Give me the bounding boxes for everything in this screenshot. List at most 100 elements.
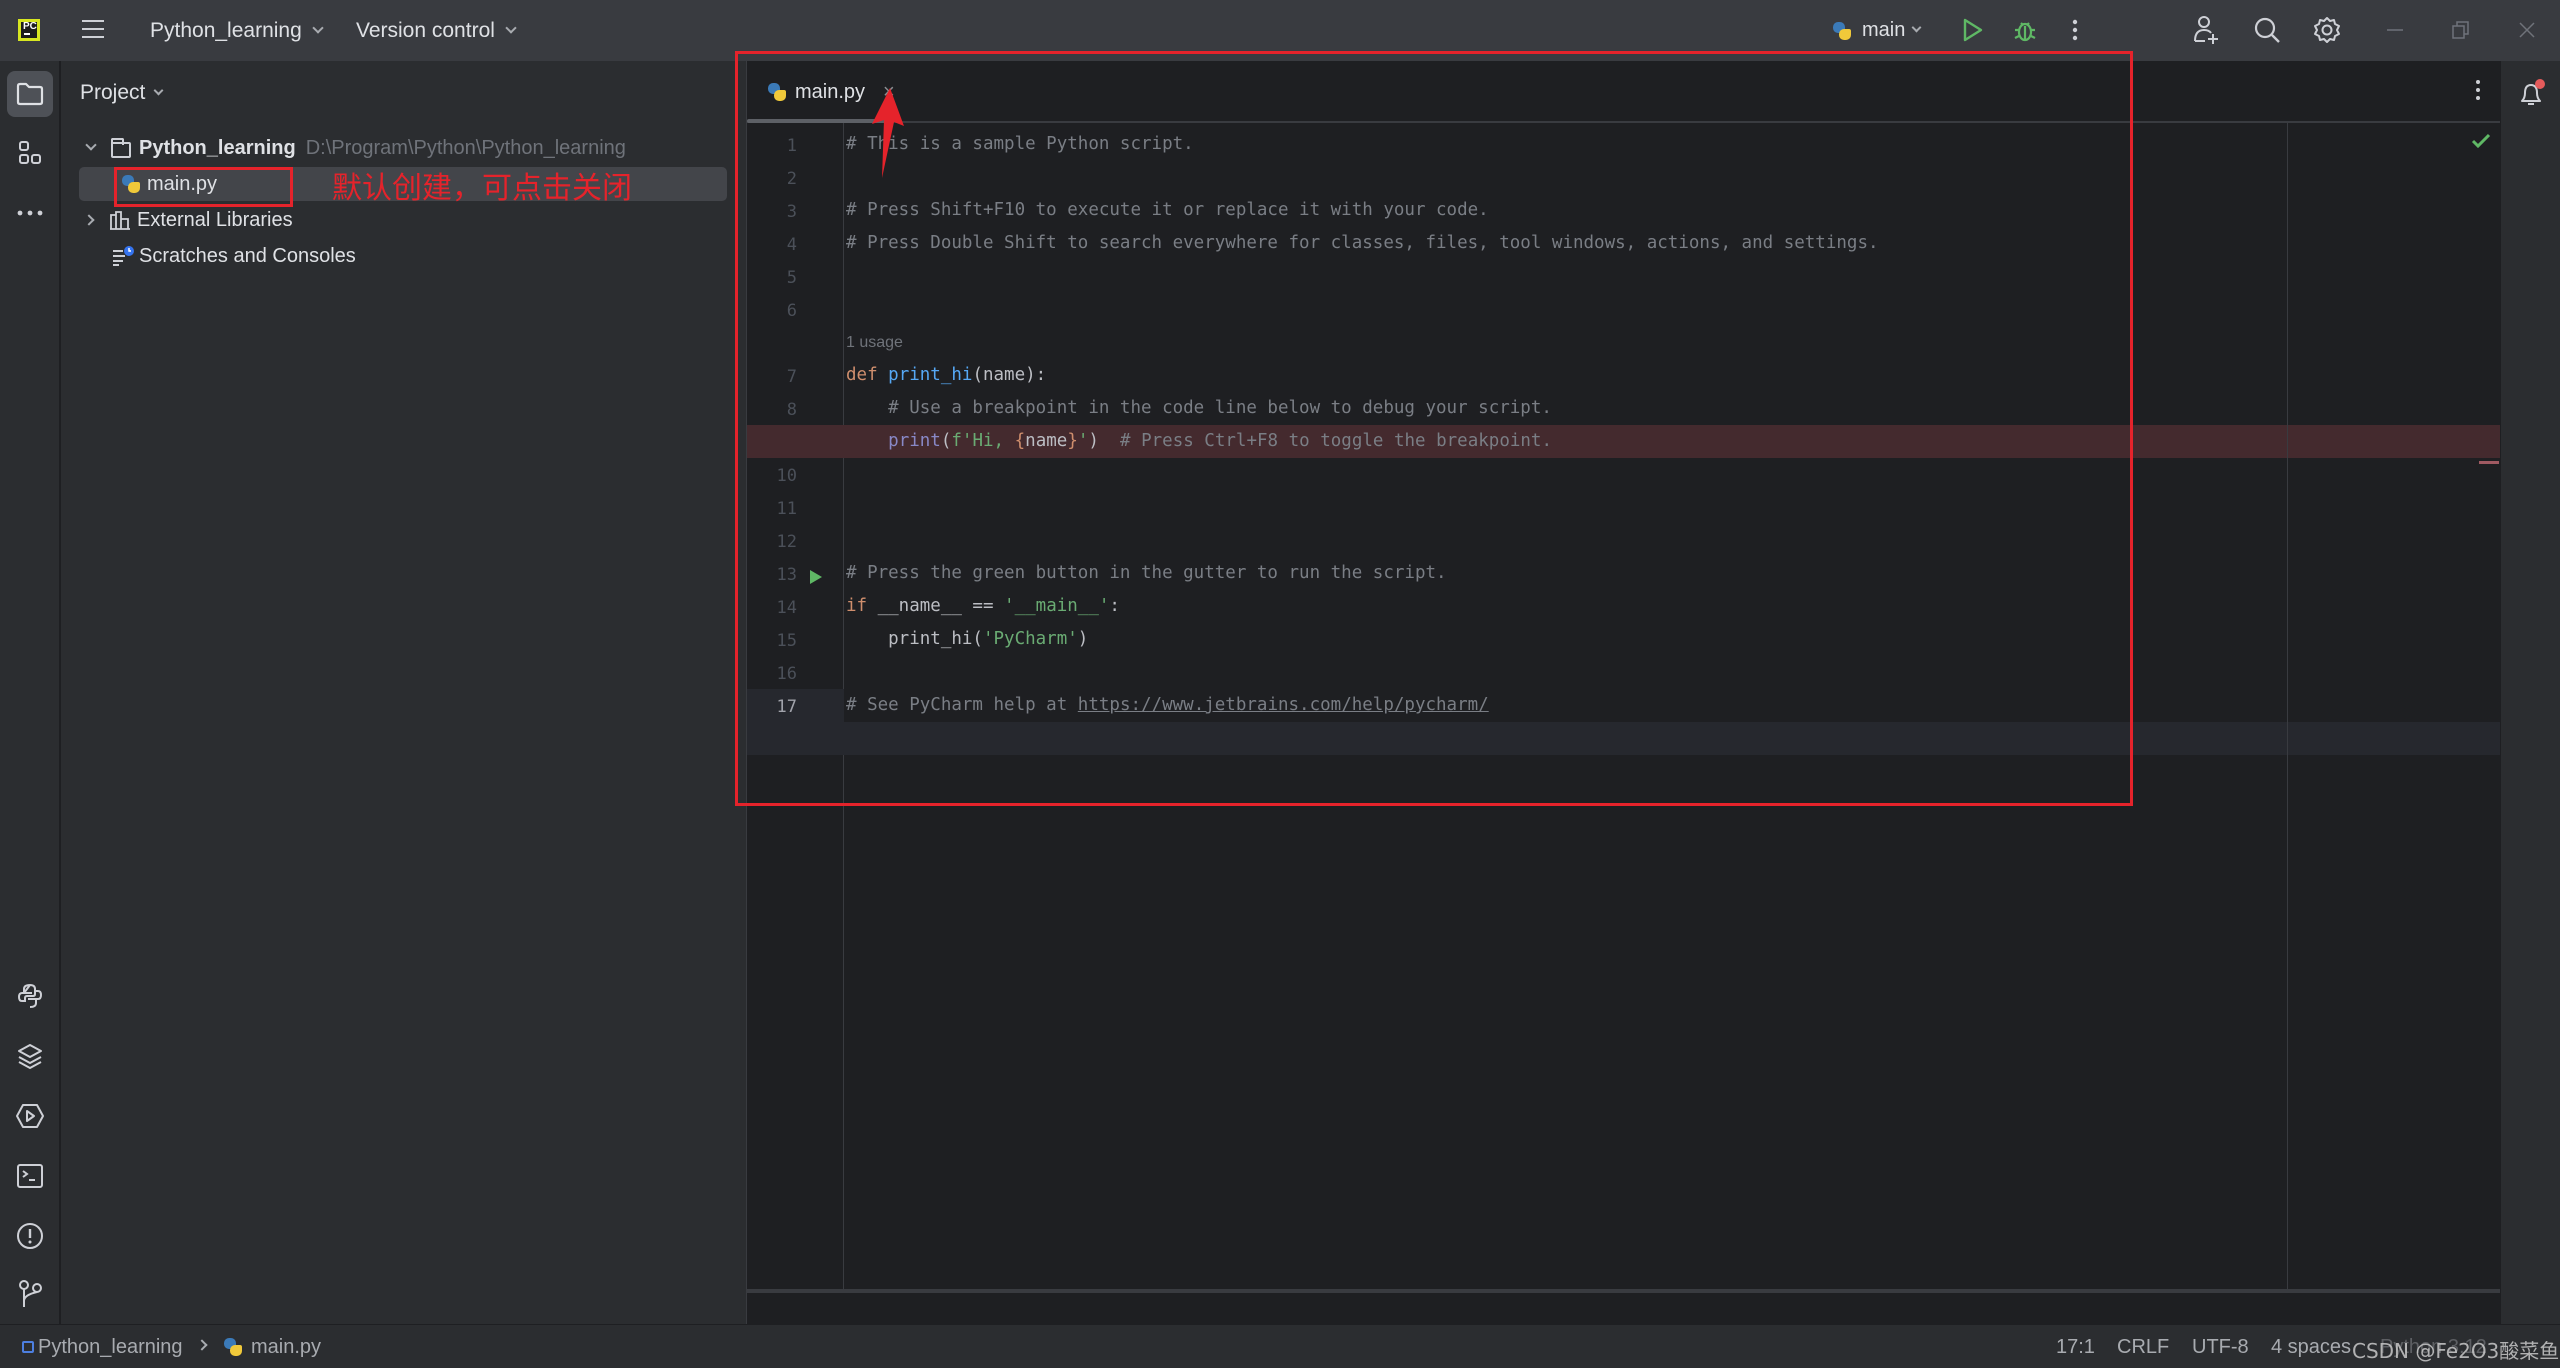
- structure-tool-button[interactable]: [7, 130, 53, 176]
- more-horizontal-icon: [17, 210, 43, 216]
- more-vertical-icon: [2476, 80, 2480, 100]
- search-everywhere-button[interactable]: [2252, 15, 2282, 45]
- python-file-icon: [121, 174, 141, 194]
- code-vision-usages[interactable]: 1 usage: [846, 326, 903, 359]
- comment: # Press the green button in the gutter t…: [846, 563, 1447, 583]
- code-line: # Use a breakpoint in the code line belo…: [846, 392, 1552, 425]
- folder-icon: [111, 138, 131, 158]
- comment: # See PyCharm help at: [846, 695, 1078, 715]
- folder-icon: [16, 82, 44, 106]
- line-number: 4: [786, 235, 797, 255]
- status-bar: Python_learning main.py 17:1 CRLF UTF-8 …: [0, 1324, 2560, 1368]
- project-view-selector[interactable]: Project: [80, 81, 164, 105]
- keyword: if: [846, 596, 868, 616]
- line-number: 7: [786, 367, 797, 387]
- project-panel: Project Python_learning D:\Program\Pytho…: [61, 61, 746, 1324]
- code-text: (: [940, 431, 952, 451]
- code-with-me-button[interactable]: [2192, 15, 2222, 45]
- minimize-icon: [2387, 29, 2403, 31]
- restore-button[interactable]: [2446, 15, 2476, 45]
- code-text: __name__ ==: [867, 596, 1005, 616]
- project-tool-button[interactable]: [7, 71, 53, 117]
- file-encoding[interactable]: UTF-8: [2192, 1325, 2249, 1368]
- chevron-down-icon: [85, 139, 97, 151]
- chevron-down-icon: [1911, 22, 1922, 33]
- run-gutter-icon[interactable]: [809, 569, 823, 585]
- editor-tab-bar: main.py ×: [747, 61, 2501, 123]
- editor-gutter[interactable]: 1 2 3 4 5 6 7 8 10 11 12 13 14 15 16 17: [747, 123, 844, 1289]
- chevron-right-icon: [83, 214, 95, 226]
- tree-item-project-root[interactable]: Python_learning D:\Program\Python\Python…: [79, 131, 626, 165]
- more-tools-button[interactable]: [7, 190, 53, 236]
- comment: # Press Ctrl+F8 to toggle the breakpoint…: [1098, 431, 1552, 451]
- code-line: # Press Double Shift to search everywher…: [846, 227, 1879, 260]
- notifications-button[interactable]: [2508, 71, 2554, 117]
- main-menu-icon[interactable]: [82, 20, 104, 38]
- code-line: # See PyCharm help at https://www.jetbra…: [846, 689, 1489, 722]
- breakpoint-scroll-marker[interactable]: [2479, 461, 2499, 464]
- layers-tool-button[interactable]: [7, 1033, 53, 1079]
- bell-icon: [2521, 79, 2545, 105]
- problems-tool-button[interactable]: [7, 1213, 53, 1259]
- breadcrumb-file[interactable]: main.py: [223, 1325, 321, 1368]
- help-link[interactable]: https://www.jetbrains.com/help/pycharm/: [1078, 695, 1489, 715]
- tree-item-label: Python_learning: [139, 136, 296, 159]
- line-number: 2: [786, 169, 797, 189]
- run-config-selector[interactable]: main: [1832, 0, 1922, 61]
- annotation-note: 默认创建，可点击关闭: [332, 171, 632, 206]
- bug-icon: [2014, 22, 2036, 42]
- close-icon: [2519, 22, 2535, 38]
- tree-item-label: main.py: [147, 172, 218, 195]
- horizontal-scrollbar[interactable]: [747, 1289, 2501, 1293]
- services-tool-button[interactable]: [7, 1093, 53, 1139]
- debug-button[interactable]: [2010, 15, 2040, 45]
- git-tool-button[interactable]: [7, 1271, 53, 1317]
- play-icon: [1963, 18, 1983, 42]
- tree-item-scratches[interactable]: Scratches and Consoles: [79, 239, 356, 273]
- title-bar: PC Python_learning Version control main: [0, 0, 2560, 61]
- project-switcher[interactable]: Python_learning: [150, 0, 324, 61]
- keyword: def: [846, 365, 878, 385]
- caret-position[interactable]: 17:1: [2056, 1325, 2095, 1368]
- python-icon: [1832, 21, 1852, 41]
- code-line: def print_hi(name):: [846, 359, 1046, 392]
- usages-hint: 1 usage: [846, 334, 903, 351]
- line-number-current: 17: [776, 697, 797, 717]
- settings-button[interactable]: [2312, 15, 2342, 45]
- terminal-tool-button[interactable]: [7, 1153, 53, 1199]
- chevron-down-icon: [312, 21, 324, 34]
- scratches-icon: [113, 246, 134, 266]
- chevron-right-icon: [196, 1339, 208, 1351]
- code-text: ): [1077, 629, 1089, 649]
- indent-settings[interactable]: 4 spaces: [2271, 1325, 2351, 1368]
- python-packages-tool-button[interactable]: [7, 973, 53, 1019]
- structure-icon: [19, 141, 41, 164]
- indent-label: 4 spaces: [2271, 1335, 2352, 1358]
- builtin: print: [888, 431, 941, 451]
- no-problems-check-icon[interactable]: [2471, 133, 2491, 149]
- current-line-highlight: [747, 722, 2500, 755]
- comment: # Press Shift+F10 to execute it or repla…: [846, 200, 1489, 220]
- line-separator[interactable]: CRLF: [2117, 1325, 2169, 1368]
- vcs-menu[interactable]: Version control: [356, 0, 517, 61]
- breadcrumb-project[interactable]: Python_learning: [22, 1325, 183, 1368]
- code-text: print_hi(: [846, 629, 983, 649]
- tab-actions-button[interactable]: [2475, 79, 2481, 106]
- right-margin-guide: [2287, 123, 2288, 1289]
- caret-position-label: 17:1: [2056, 1335, 2095, 1358]
- terminal-icon: [17, 1164, 43, 1188]
- line-separator-label: CRLF: [2117, 1335, 2170, 1358]
- more-actions-button[interactable]: [2060, 15, 2090, 45]
- line-number: 1: [786, 136, 797, 156]
- tree-item-external-libraries[interactable]: External Libraries: [79, 203, 293, 237]
- tree-item-path: D:\Program\Python\Python_learning: [305, 136, 626, 159]
- code-editor[interactable]: # This is a sample Python script. # Pres…: [747, 123, 2501, 1289]
- run-button[interactable]: [1958, 15, 1988, 45]
- vcs-menu-label: Version control: [356, 18, 495, 42]
- code-line-breakpoint: print(f'Hi, {name}') # Press Ctrl+F8 to …: [846, 425, 1552, 458]
- tree-item-label: External Libraries: [137, 208, 293, 231]
- close-window-button[interactable]: [2512, 15, 2542, 45]
- comment: # Use a breakpoint in the code line belo…: [846, 398, 1552, 418]
- logo-text: PC: [23, 21, 37, 32]
- minimize-button[interactable]: [2380, 15, 2410, 45]
